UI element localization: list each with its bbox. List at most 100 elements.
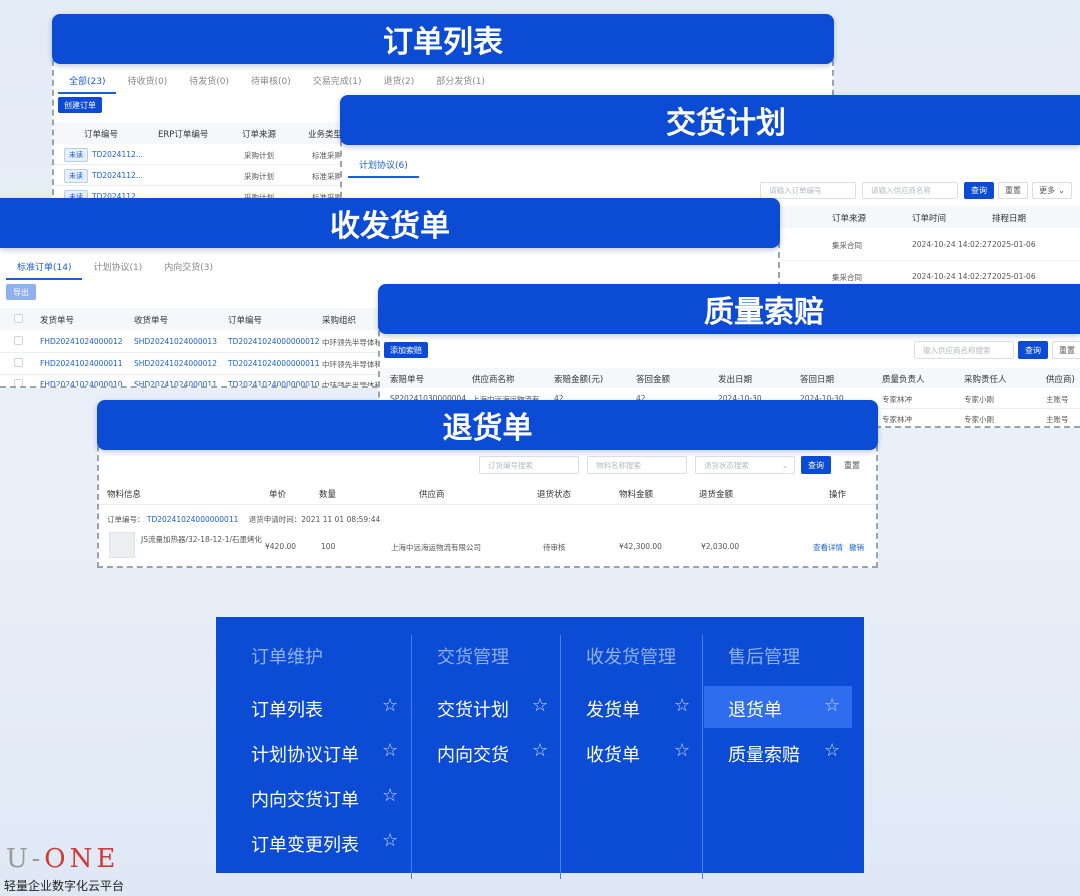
reset-button[interactable]: 重置: [998, 182, 1028, 199]
ship-no-link[interactable]: FHD20241024000011: [40, 359, 123, 368]
menu-item-delivery-plan[interactable]: 交货计划: [437, 696, 509, 722]
item-material-amount: ¥42,300.00: [619, 542, 662, 551]
tab-pending-ship[interactable]: 待发货(0): [178, 74, 240, 94]
create-order-button[interactable]: 创建订单: [58, 97, 102, 113]
item-supplier: 上海中远海运物流有限公司: [391, 543, 481, 552]
star-icon[interactable]: ☆: [674, 695, 690, 716]
star-icon[interactable]: ☆: [532, 695, 548, 716]
menu-item-plan-agreement-order[interactable]: 计划协议订单: [251, 741, 359, 767]
col-quality-owner: 质量负责人: [882, 375, 925, 385]
menu-item-order-list[interactable]: 订单列表: [251, 696, 323, 722]
supplier-search-input[interactable]: 请输入供应商名称: [862, 182, 958, 199]
order-no-link[interactable]: TD2024112...: [92, 150, 143, 159]
quality-owner: 专家林冲: [882, 415, 912, 424]
row-checkbox[interactable]: [14, 336, 23, 345]
tab-plan-agreement[interactable]: 计划协议(6): [348, 158, 419, 178]
col-claim-no: 索赔单号: [390, 375, 425, 385]
col-source: 订单来源: [832, 214, 867, 224]
order-no-link[interactable]: TD20241024000000012: [228, 337, 319, 346]
menu-item-order-change-list[interactable]: 订单变更列表: [251, 831, 359, 857]
item-qty: 100: [321, 542, 336, 551]
col-reply-date: 答回日期: [800, 375, 835, 385]
tab-all[interactable]: 全部(23): [58, 74, 117, 94]
column-divider: [702, 635, 703, 879]
banner-title: 质量索赔: [704, 295, 824, 330]
menu-item-return-order[interactable]: 退货单: [728, 696, 782, 722]
tab-returned[interactable]: 退货(2): [372, 74, 425, 94]
unread-badge: 未读: [64, 169, 88, 183]
banner-title: 订单列表: [383, 25, 503, 60]
quality-claim-banner: 质量索赔: [378, 284, 1080, 334]
star-icon[interactable]: ☆: [824, 695, 840, 716]
tab-plan-agreement[interactable]: 计划协议(1): [82, 260, 153, 280]
col-ship-no: 发货单号: [40, 316, 75, 326]
col-source: 订单来源: [242, 130, 277, 140]
menu-item-inbound-delivery[interactable]: 内向交货: [437, 741, 509, 767]
return-status-select[interactable]: 退货状态搜索 ⌄: [695, 456, 795, 474]
order-no-link[interactable]: TD20241024000000011: [147, 515, 238, 524]
query-button[interactable]: 查询: [801, 456, 831, 474]
select-all-checkbox[interactable]: [14, 314, 23, 323]
supplier-account: 主账号: [1046, 395, 1069, 404]
recv-no-link[interactable]: SHD20241024000012: [134, 359, 217, 368]
tab-partial-ship[interactable]: 部分发货(1): [425, 74, 496, 94]
order-source: 采购计划: [244, 172, 274, 181]
recv-no-link[interactable]: SHD20241024000011: [134, 380, 217, 386]
query-button[interactable]: 查询: [1018, 341, 1048, 359]
row-checkbox[interactable]: [14, 358, 23, 367]
material-search-input[interactable]: 物料名称搜索: [587, 456, 687, 474]
menu-item-quality-claim[interactable]: 质量索赔: [728, 741, 800, 767]
order-no-link[interactable]: TD20241024000000010: [228, 380, 319, 386]
plan-source: 集采合同: [832, 241, 862, 250]
col-erp-no: ERP订单编号: [158, 130, 209, 140]
order-no-link[interactable]: TD2024112...: [92, 171, 143, 180]
star-icon[interactable]: ☆: [382, 785, 398, 806]
col-price: 单价: [269, 490, 287, 500]
star-icon[interactable]: ☆: [824, 740, 840, 761]
menu-item-inbound-delivery-order[interactable]: 内向交货订单: [251, 786, 359, 812]
tab-pending-receive[interactable]: 待收货(0): [116, 74, 178, 94]
tab-standard-order[interactable]: 标准订单(14): [6, 260, 83, 280]
star-icon[interactable]: ☆: [382, 830, 398, 851]
col-order-no: 订单编号: [84, 130, 119, 140]
cancel-link[interactable]: 撤销: [849, 542, 864, 553]
export-button[interactable]: 导出: [6, 284, 36, 300]
menu-item-shipping-note[interactable]: 发货单: [586, 696, 640, 722]
star-icon[interactable]: ☆: [674, 740, 690, 761]
order-list-tabs: 全部(23) 待收货(0) 待发货(0) 待审核(0) 交易完成(1) 退货(2…: [58, 74, 496, 94]
reset-button[interactable]: 重置: [837, 456, 867, 474]
menu-group-title: 收发货管理: [586, 647, 676, 668]
col-recv-no: 收货单号: [134, 316, 169, 326]
chevron-down-icon: ⌄: [781, 460, 788, 470]
ship-no-link[interactable]: FHD20241024000012: [40, 337, 123, 346]
supplier-search-input[interactable]: 输入供应商名称搜索: [914, 341, 1014, 359]
tab-pending-review[interactable]: 待审核(0): [240, 74, 302, 94]
order-no-search-input[interactable]: 订货编号搜索: [479, 456, 579, 474]
star-icon[interactable]: ☆: [382, 695, 398, 716]
order-no-link[interactable]: TD20241024000000011: [228, 359, 319, 368]
ship-no-link[interactable]: FHD20241024000010: [40, 380, 123, 386]
item-return-amount: ¥2,030.00: [701, 542, 740, 551]
plan-time: 2024-10-24 14:02:27: [912, 272, 992, 281]
add-claim-button[interactable]: 添加索赔: [384, 342, 428, 358]
item-price: ¥420.00: [265, 542, 297, 551]
col-org: 采购组织: [322, 316, 357, 326]
col-sent-date: 发出日期: [718, 375, 753, 385]
tab-completed[interactable]: 交易完成(1): [302, 74, 373, 94]
tab-inbound-delivery[interactable]: 内向交货(3): [153, 260, 224, 280]
col-return-amount: 退货金额: [699, 490, 734, 500]
menu-item-receiving-note[interactable]: 收货单: [586, 741, 640, 767]
order-no-search-input[interactable]: 请输入订单编号: [760, 182, 856, 199]
star-icon[interactable]: ☆: [382, 740, 398, 761]
col-material: 物料信息: [107, 490, 142, 500]
reset-button[interactable]: 重置: [1052, 341, 1080, 359]
banner-title: 交货计划: [666, 106, 786, 141]
recv-no-link[interactable]: SHD20241024000013: [134, 337, 217, 346]
more-button[interactable]: 更多 ⌄: [1032, 182, 1072, 199]
view-detail-link[interactable]: 查看详情: [813, 542, 843, 553]
col-schedule-date: 排程日期: [992, 214, 1027, 224]
row-checkbox[interactable]: [14, 379, 23, 386]
query-button[interactable]: 查询: [964, 182, 994, 199]
star-icon[interactable]: ☆: [532, 740, 548, 761]
return-order-banner: 退货单: [97, 400, 878, 450]
